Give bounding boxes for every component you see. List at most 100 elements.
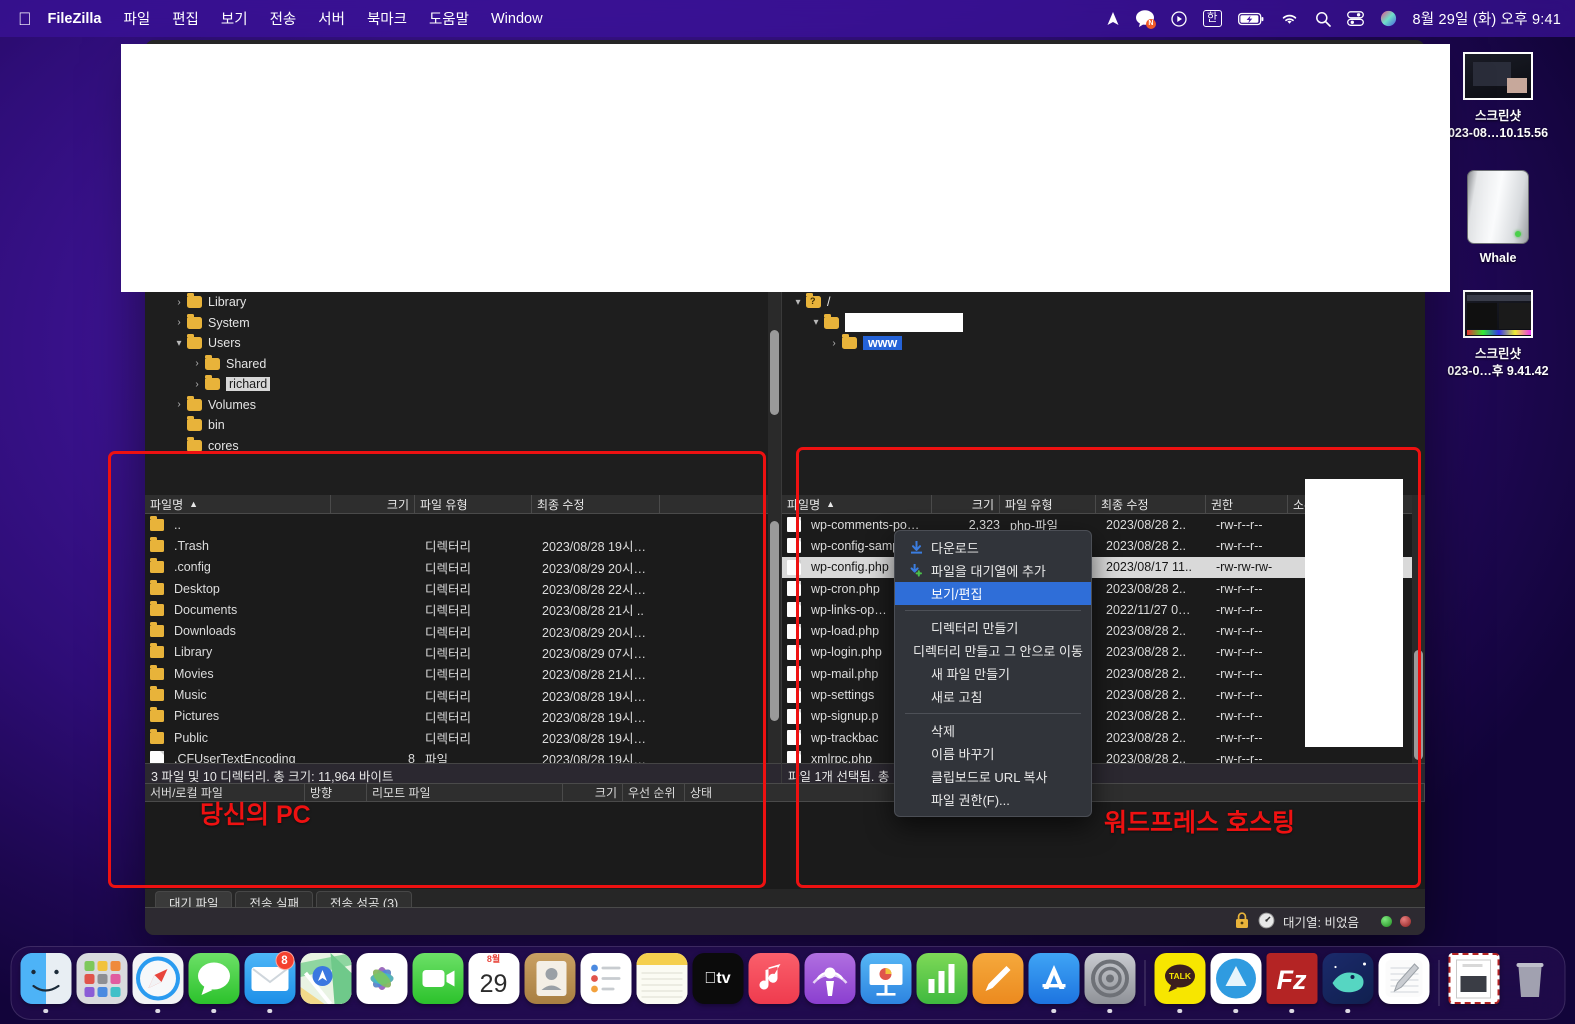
siri-icon[interactable] [1380,9,1397,29]
context-menu-item[interactable]: 다운로드 [895,536,1091,559]
tree-item[interactable]: › Volumes [145,395,781,416]
context-menu-item[interactable]: 삭제 [895,719,1091,742]
dock-item-facetime[interactable] [411,950,464,1016]
remote-list-scrollbar-track[interactable] [1412,495,1425,783]
menu-item-window[interactable]: Window [491,11,543,27]
queue-header[interactable]: 서버/로컬 파일 방향 리모트 파일 크기 우선 순위 상태 [145,783,1425,802]
speed-gauge-icon[interactable] [1258,912,1275,932]
menu-item-server[interactable]: 서버 [318,8,345,29]
menubar-clock[interactable]: 8월 29일 (화) 오후 9:41 [1413,8,1562,29]
context-menu-item[interactable]: 새 파일 만들기 [895,662,1091,685]
dock-item-calendar[interactable]: 8월 29 [467,950,520,1016]
table-row[interactable]: Pictures 디렉터리 2023/08/28 19시… [145,706,781,727]
menu-item-file[interactable]: 파일 [124,8,151,29]
remote-file-context-menu[interactable]: 다운로드 파일을 대기열에 추가 보기/편집디렉터리 만들기 디렉터리 만들고 그 안… [894,530,1092,817]
dock-item-mail[interactable]: 8 [243,950,296,1016]
dock-item-notes[interactable] [635,950,688,1016]
queue-column-size[interactable]: 크기 [563,784,623,801]
remote-list-scrollbar-thumb[interactable] [1414,650,1423,760]
context-menu-item[interactable]: 디렉터리 만들고 그 안으로 이동 [895,639,1091,662]
tree-item[interactable]: cores [145,436,781,457]
chevron-right-icon[interactable]: › [171,399,187,410]
column-header-spacer[interactable] [660,495,781,513]
menu-item-edit[interactable]: 편집 [172,8,199,29]
tree-item[interactable]: › Library [145,292,781,313]
column-header-permissions[interactable]: 권한 [1206,495,1288,513]
desktop-icon-whale-drive[interactable]: Whale [1438,170,1558,267]
local-list-scrollbar-thumb[interactable] [770,521,779,721]
dock-item-podcasts[interactable] [803,950,856,1016]
input-source-korean-icon[interactable]: 한 [1202,9,1222,29]
context-menu-item[interactable]: 새로 고침 [895,685,1091,708]
chevron-down-icon[interactable]: ▾ [808,317,824,328]
queue-column-priority[interactable]: 우선 순위 [623,784,685,801]
tree-item[interactable]: › System [145,313,781,334]
dock-item-reminders[interactable] [579,950,632,1016]
table-row[interactable]: Public 디렉터리 2023/08/28 19시… [145,727,781,748]
dock-item-photos[interactable] [355,950,408,1016]
search-icon[interactable] [1315,9,1331,29]
local-tree-scrollbar-track[interactable] [768,292,781,495]
chevron-right-icon[interactable]: › [189,358,205,369]
tree-item[interactable]: ▾ [782,313,1425,334]
dock-item-numbers[interactable] [915,950,968,1016]
table-row[interactable]: .. [145,514,781,535]
local-list-scrollbar-track[interactable] [768,495,781,783]
dock-item-filezilla[interactable]: Fz [1265,950,1318,1016]
desktop-icon-screenshot-2[interactable]: 스크린샷 023-0…후 9.41.42 [1438,290,1558,380]
dock-item-appletv[interactable]: tv [691,950,744,1016]
tree-item[interactable]: › www [782,333,1425,354]
table-row[interactable]: Downloads 디렉터리 2023/08/29 20시… [145,620,781,641]
table-row[interactable]: .Trash 디렉터리 2023/08/28 19시… [145,535,781,556]
dock-item-whale[interactable] [1321,950,1374,1016]
dock-item-system-settings[interactable] [1083,950,1136,1016]
tree-item[interactable]: › richard [145,374,781,395]
control-center-play-icon[interactable] [1171,9,1187,29]
dock-item-appstore[interactable] [1027,950,1080,1016]
battery-charging-icon[interactable] [1237,9,1264,29]
context-menu-item[interactable]: 파일을 대기열에 추가 [895,559,1091,582]
table-row[interactable]: Movies 디렉터리 2023/08/28 21시… [145,663,781,684]
dock-item-screenshot-file[interactable] [1447,950,1500,1016]
column-header-size[interactable]: 크기 [932,495,1000,513]
context-menu-item[interactable]: 보기/편집 [895,582,1091,605]
chevron-right-icon[interactable]: › [826,338,842,349]
context-menu-item[interactable]: 이름 바꾸기 [895,742,1091,765]
menu-item-transfer[interactable]: 전송 [270,8,297,29]
tree-item[interactable]: ▾ Users [145,333,781,354]
queue-column-direction[interactable]: 방향 [305,784,367,801]
table-row[interactable]: Documents 디렉터리 2023/08/28 21시 .. [145,599,781,620]
local-tree-scrollbar-thumb[interactable] [770,330,779,415]
chevron-down-icon[interactable]: ▾ [790,297,806,308]
dock-item-trash[interactable] [1503,950,1556,1016]
menu-item-help[interactable]: 도움말 [429,8,469,29]
dock-item-music[interactable] [747,950,800,1016]
context-menu-item[interactable]: 파일 권한(F)... [895,788,1091,811]
column-header-modified[interactable]: 최종 수정 [532,495,660,513]
control-center-icon[interactable] [1346,9,1364,29]
dock-item-launchpad[interactable] [75,950,128,1016]
lock-icon[interactable] [1234,911,1250,932]
column-header-filename[interactable]: 파일명 ▲ [782,495,932,513]
table-row[interactable]: Desktop 디렉터리 2023/08/28 22시… [145,578,781,599]
local-list-header[interactable]: 파일명 ▲ 크기 파일 유형 최종 수정 [145,495,781,514]
column-header-size[interactable]: 크기 [331,495,415,513]
dock-item-safari[interactable] [131,950,184,1016]
menu-item-view[interactable]: 보기 [221,8,248,29]
column-header-filename[interactable]: 파일명 ▲ [145,495,331,513]
dock-item-contacts[interactable] [523,950,576,1016]
remote-directory-tree[interactable]: ▾/▾›www [782,292,1425,495]
dock-item-maps[interactable] [299,950,352,1016]
table-row[interactable]: Library 디렉터리 2023/08/29 07시… [145,642,781,663]
chevron-right-icon[interactable]: › [171,317,187,328]
column-header-filetype[interactable]: 파일 유형 [1000,495,1096,513]
tree-item[interactable]: bin [145,415,781,436]
context-menu-item[interactable]: 디렉터리 만들기 [895,616,1091,639]
dock-item-messages[interactable] [187,950,240,1016]
queue-column-remote-file[interactable]: 리모트 파일 [367,784,563,801]
kakaotalk-icon[interactable]: N [1135,9,1156,29]
dock-item-keynote[interactable] [859,950,912,1016]
dock-item-textedit[interactable] [1377,950,1430,1016]
apple-logo-icon[interactable]:  [18,10,32,28]
chevron-down-icon[interactable]: ▾ [171,338,187,349]
